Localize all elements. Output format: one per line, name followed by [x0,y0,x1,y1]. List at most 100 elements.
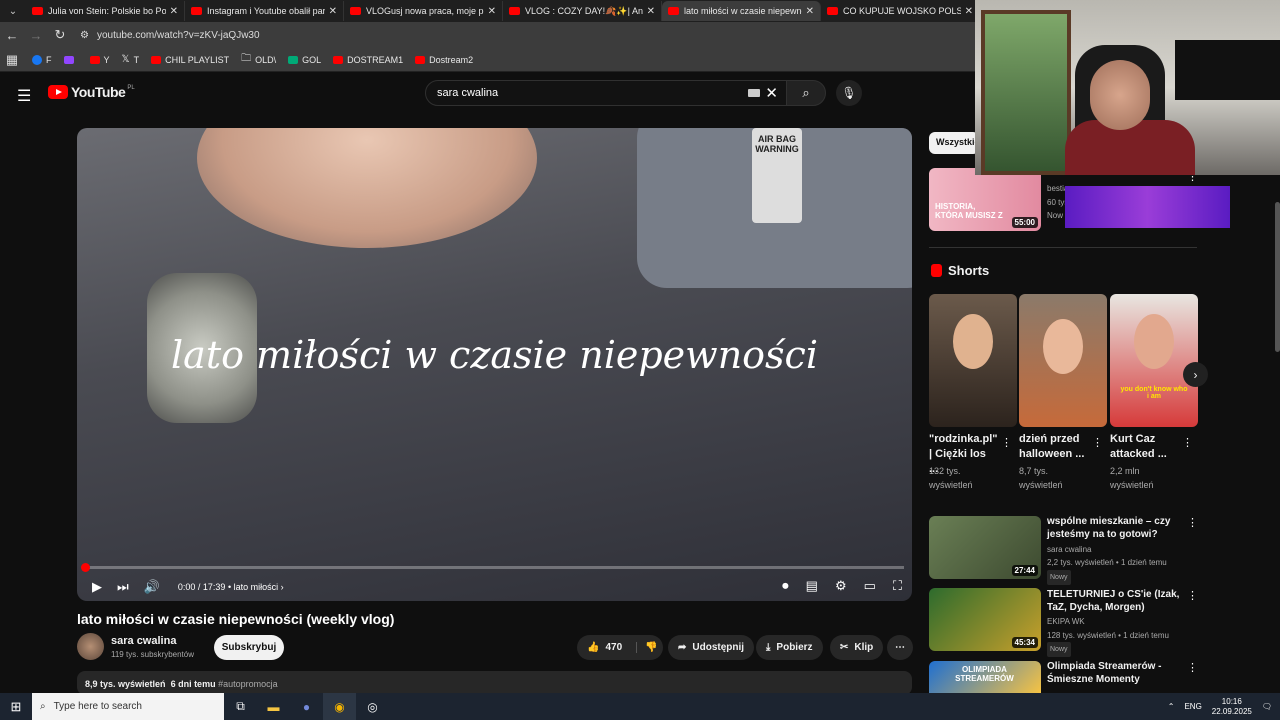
short-menu-icon[interactable]: ⋮ [1092,436,1103,449]
like-count[interactable]: 470 [605,642,622,653]
bookmark-item[interactable]: Dostream2 [415,55,473,65]
bookmark-item[interactable]: GOL [288,55,321,65]
next-icon[interactable]: ⏭ [117,579,129,595]
chrome-icon[interactable]: ◉ [323,693,356,720]
tray-overflow-icon[interactable]: ⌃ [1168,702,1175,711]
dislike-icon[interactable]: 👎 [636,642,658,653]
video-title[interactable]: wspólne mieszkanie – czy jesteśmy na to … [1047,515,1182,541]
language-indicator[interactable]: ENG [1184,702,1201,711]
video-thumbnail[interactable]: OLIMPIADA STREAMERÓW [929,661,1041,693]
video-title[interactable]: TELETURNIEJ o CS'ie (Izak, TaZ, Dycha, M… [1047,588,1182,614]
youtube-logo[interactable]: YouTube PL [48,84,135,100]
tab-search-icon[interactable]: ⌄ [0,0,26,22]
browser-tab[interactable]: VLOGusj nowa praca, moje prz ✕ [344,1,503,21]
autoplay-toggle-icon[interactable]: ⏺ [782,578,789,594]
close-tab-icon[interactable]: ✕ [965,6,973,17]
video-thumbnail[interactable]: 27:44 [929,516,1041,579]
search-button[interactable]: ⌕ [786,80,826,106]
chapter-label[interactable]: lato miłości [234,582,279,592]
volume-icon[interactable]: 🔊 [144,579,160,595]
close-tab-icon[interactable]: ✕ [488,6,496,17]
bookmark-item[interactable] [63,55,78,64]
short-menu-icon[interactable]: ⋮ [1001,436,1012,449]
short-title[interactable]: Kurt Caz attacked ... [1110,432,1178,462]
browser-tab[interactable]: Instagram i Youtube obalił parę ✕ [185,1,344,21]
browser-tab[interactable]: VLOG : COZY DAY!🍂✨| Andz ✕ [503,1,662,21]
fullscreen-icon[interactable]: ⛶ [893,578,902,594]
video-thumbnail[interactable]: 45:34 [929,588,1041,651]
notifications-icon[interactable]: 🗨 [1262,702,1272,711]
short-thumbnail[interactable] [929,294,1017,427]
clock[interactable]: 10:16 22.09.2025 [1212,697,1252,717]
apps-grid-icon[interactable]: ▦ [0,52,24,68]
taskbar-search[interactable]: ⌕ Type here to search [32,693,224,720]
channel-avatar[interactable] [77,633,104,660]
play-icon[interactable]: ▶ [92,579,102,595]
keyboard-icon[interactable] [748,89,760,97]
short-face [1134,314,1174,369]
task-view-icon[interactable]: ⧉ [224,693,257,720]
hashtag-link[interactable]: #autopromocja [218,679,278,689]
chip-all[interactable]: Wszystkie [929,132,979,154]
close-tab-icon[interactable]: ✕ [806,6,814,17]
discord-icon[interactable]: ● [290,693,323,720]
site-info-icon[interactable]: ⚙ [80,30,89,41]
more-actions-button[interactable]: ⋯ [887,635,913,660]
video-channel[interactable]: sara cwalina [1047,543,1091,556]
back-icon[interactable]: ← [0,28,24,43]
browser-tab[interactable]: CO KUPUJE WOJSKO POLSKIE? ✕ [821,1,980,21]
forward-icon[interactable]: → [24,28,48,43]
ad-banner[interactable] [1065,186,1230,228]
scrollbar-thumb[interactable] [1275,202,1280,352]
search-input[interactable]: sara cwalina ✕ [425,80,787,106]
close-tab-icon[interactable]: ✕ [329,6,337,17]
thumbnail-text: OLIMPIADA STREAMERÓW [955,665,1014,683]
bookmark-item[interactable]: CHIL PLAYLIST [151,55,229,65]
clear-search-icon[interactable]: ✕ [765,84,778,102]
url-text: youtube.com/watch?v=zKV-jaQJw30 [96,29,260,41]
settings-icon[interactable]: ⚙ [835,578,847,594]
video-thumbnail[interactable]: HISTORIA, KTÓRA MUSISZ Z 55:00 [929,168,1041,231]
reload-icon[interactable]: ↻ [48,27,72,43]
bookmark-folder[interactable]: 🗀 OLD\ [241,51,276,68]
short-title[interactable]: dzień przed halloween ... [1019,432,1087,462]
close-tab-icon[interactable]: ✕ [170,6,178,17]
video-menu-icon[interactable]: ⋮ [1187,516,1198,529]
short-menu-icon[interactable]: ⋮ [1182,436,1193,449]
video-title[interactable]: Olimpiada Streamerów - Śmieszne Momenty [1047,660,1182,686]
new-badge: Nowy [1047,642,1071,657]
bookmark-item[interactable]: DOSTREAM1 [333,55,403,65]
shorts-next-button[interactable]: › [1183,362,1208,387]
obs-icon[interactable]: ◎ [356,693,389,720]
download-button[interactable]: ⤓ Pobierz [756,635,823,660]
share-button[interactable]: ➦ Udostępnij [668,635,755,660]
close-tab-icon[interactable]: ✕ [647,6,655,17]
url-field[interactable]: ⚙ youtube.com/watch?v=zKV-jaQJw30 [80,30,260,41]
menu-icon[interactable]: ☰ [17,86,31,106]
like-icon[interactable]: 👍 [587,642,599,653]
browser-tab[interactable]: Julia von Stein: Polskie bo Polskie ✕ [26,1,185,21]
description-box[interactable]: 8,9 tys. wyświetleń 6 dni temu #autoprom… [77,671,912,695]
bookmark-label: T [133,54,140,65]
short-thumbnail[interactable] [1019,294,1107,427]
video-menu-icon[interactable]: ⋮ [1187,589,1198,602]
progress-bar[interactable] [81,563,904,572]
windows-start-icon[interactable]: ⊞ [0,693,32,720]
channel-name[interactable]: sara cwalina [111,635,176,647]
video-channel[interactable]: EKIPA WK [1047,615,1085,628]
bookmark-item[interactable]: Y [89,55,110,65]
browser-tab-active[interactable]: lato miłości w czasie niepewności ✕ [662,1,821,21]
file-explorer-icon[interactable]: ▬ [257,693,290,720]
upload-age: 6 dni temu [170,679,216,689]
clip-button[interactable]: ✂ Klip [830,635,884,660]
video-player[interactable]: AIR BAG WARNING lato miłości w czasie ni… [77,128,912,601]
video-menu-icon[interactable]: ⋮ [1187,661,1198,674]
voice-search-button[interactable]: 🎙 [836,80,862,106]
bookmark-item[interactable]: F [32,54,52,65]
short-thumbnail[interactable]: you don't know who i am [1110,294,1198,427]
subtitles-icon[interactable]: ▤ [806,578,818,594]
subscribe-button[interactable]: Subskrybuj [214,635,284,660]
bookmark-item[interactable]: 𝕏T [122,54,140,65]
scrubber-handle[interactable] [81,563,90,572]
theater-mode-icon[interactable]: ▭ [864,578,876,594]
